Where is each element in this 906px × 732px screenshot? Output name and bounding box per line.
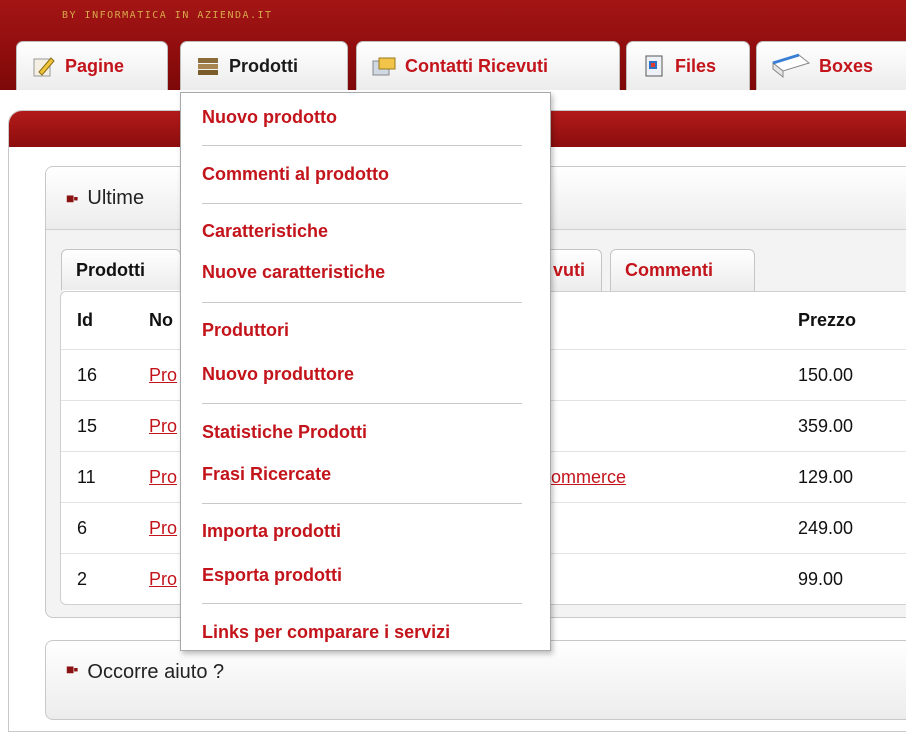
bullet-icon: ■▪ bbox=[66, 190, 78, 206]
product-link[interactable]: Pro bbox=[149, 518, 177, 539]
pencil-icon bbox=[31, 53, 57, 79]
ultime-box-title: Ultime bbox=[87, 186, 145, 209]
subtab-commenti[interactable]: Commenti bbox=[610, 249, 755, 291]
menu-separator bbox=[202, 302, 522, 303]
menu-item-esporta-prodotti[interactable]: Esporta prodotti bbox=[202, 565, 342, 586]
product-link[interactable]: Pro bbox=[149, 365, 177, 386]
box-icon bbox=[771, 53, 811, 79]
subtab-prodotti[interactable]: Prodotti bbox=[61, 249, 181, 291]
menu-item-nuovo-prodotto[interactable]: Nuovo prodotto bbox=[202, 107, 337, 128]
tab-prodotti[interactable]: Prodotti bbox=[180, 41, 348, 90]
cell-id: 15 bbox=[77, 415, 98, 436]
cell-id: 16 bbox=[77, 364, 98, 385]
brand-text: BY INFORMATICA IN AZIENDA.IT bbox=[62, 10, 273, 21]
contacts-icon bbox=[371, 53, 397, 79]
cell-id: 11 bbox=[77, 466, 96, 487]
menu-item-nuove-caratteristiche[interactable]: Nuove caratteristiche bbox=[202, 262, 385, 283]
cell-id: 6 bbox=[77, 517, 88, 538]
menu-item-importa-prodotti[interactable]: Importa prodotti bbox=[202, 521, 341, 542]
tab-files[interactable]: Files bbox=[626, 41, 750, 90]
cell-price: 129.00 bbox=[798, 466, 854, 487]
menu-item-commenti-al-prodotto[interactable]: Commenti al prodotto bbox=[202, 164, 389, 185]
menu-item-nuovo-produttore[interactable]: Nuovo produttore bbox=[202, 364, 354, 385]
cell-price: 99.00 bbox=[798, 568, 844, 589]
column-header-price: Prezzo bbox=[798, 310, 857, 330]
menu-item-produttori[interactable]: Produttori bbox=[202, 320, 289, 341]
menu-separator bbox=[202, 603, 522, 604]
cell-price: 359.00 bbox=[798, 415, 854, 436]
file-icon bbox=[641, 53, 667, 79]
product-link[interactable]: Pro bbox=[149, 569, 177, 590]
menu-separator bbox=[202, 503, 522, 504]
cell-price: 249.00 bbox=[798, 517, 854, 538]
bullet-icon: ■▪ bbox=[66, 661, 78, 677]
menu-separator bbox=[202, 145, 522, 146]
cell-price: 150.00 bbox=[798, 364, 854, 385]
column-header-name: No bbox=[149, 310, 173, 330]
menu-separator bbox=[202, 203, 522, 204]
help-box-title: Occorre aiuto ? bbox=[87, 661, 225, 683]
menu-item-statistiche-prodotti[interactable]: Statistiche Prodotti bbox=[202, 422, 367, 443]
tab-contatti-ricevuti[interactable]: Contatti Ricevuti bbox=[356, 41, 620, 90]
tab-boxes[interactable]: Boxes bbox=[756, 41, 906, 90]
menu-item-frasi-ricercate[interactable]: Frasi Ricercate bbox=[202, 464, 331, 485]
cell-id: 2 bbox=[77, 568, 88, 589]
help-box: ■▪ Occorre aiuto ? bbox=[45, 640, 906, 720]
product-link[interactable]: Pro bbox=[149, 416, 177, 437]
product-link-tail[interactable]: ommerce bbox=[551, 467, 626, 488]
menu-item-caratteristiche[interactable]: Caratteristiche bbox=[202, 221, 328, 242]
column-header-id: Id bbox=[77, 310, 93, 330]
tab-pagine[interactable]: Pagine bbox=[16, 41, 168, 90]
prodotti-dropdown-menu: Nuovo prodotto Commenti al prodotto Cara… bbox=[180, 92, 551, 651]
product-link[interactable]: Pro bbox=[149, 467, 177, 488]
menu-item-links-per-comparare[interactable]: Links per comparare i servizi bbox=[202, 622, 450, 643]
menu-separator bbox=[202, 403, 522, 404]
stack-icon bbox=[195, 53, 221, 79]
